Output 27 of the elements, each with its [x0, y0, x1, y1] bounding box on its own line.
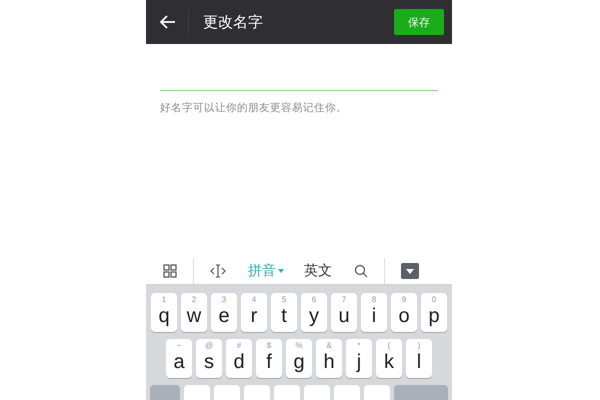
keyboard-key[interactable]: 8 i [361, 293, 387, 332]
search-icon[interactable] [354, 264, 368, 278]
keyboard-key[interactable]: 3 e [211, 293, 237, 332]
caret-icon [278, 269, 284, 273]
keyboard-key[interactable]: ) l [406, 339, 432, 378]
keyboard-key[interactable]: 1 q [151, 293, 177, 332]
keyboard-key[interactable]: 9 o [391, 293, 417, 332]
keyboard-key[interactable]: 2 w [181, 293, 207, 332]
keyboard-key[interactable]: 6 y [301, 293, 327, 332]
grid-icon[interactable] [163, 264, 177, 278]
keyboard-key[interactable]: 4 r [241, 293, 267, 332]
keyboard-key[interactable]: ~ a [166, 339, 192, 378]
keyboard-key[interactable]: # d [226, 339, 252, 378]
keyboard-key[interactable]: 7 u [331, 293, 357, 332]
keyboard-key[interactable]: & h [316, 339, 342, 378]
keyboard-key[interactable]: $ f [256, 339, 282, 378]
keyboard-key[interactable]: ( k [376, 339, 402, 378]
keyboard-key[interactable]: 0 p [421, 293, 447, 332]
help-text: 好名字可以让你的朋友更容易记住你。 [160, 101, 348, 115]
keyboard-key[interactable]: % g [286, 339, 312, 378]
keyboard-key[interactable]: 5 t [271, 293, 297, 332]
hide-keyboard-icon[interactable] [401, 263, 419, 279]
input-mode-tab[interactable]: 英文 [304, 262, 332, 280]
keyboard-key[interactable]: * j [346, 339, 372, 378]
keyboard-key[interactable]: @ s [196, 339, 222, 378]
window-title: 更改名字 [203, 12, 264, 32]
text-cursor-icon[interactable] [210, 264, 226, 278]
